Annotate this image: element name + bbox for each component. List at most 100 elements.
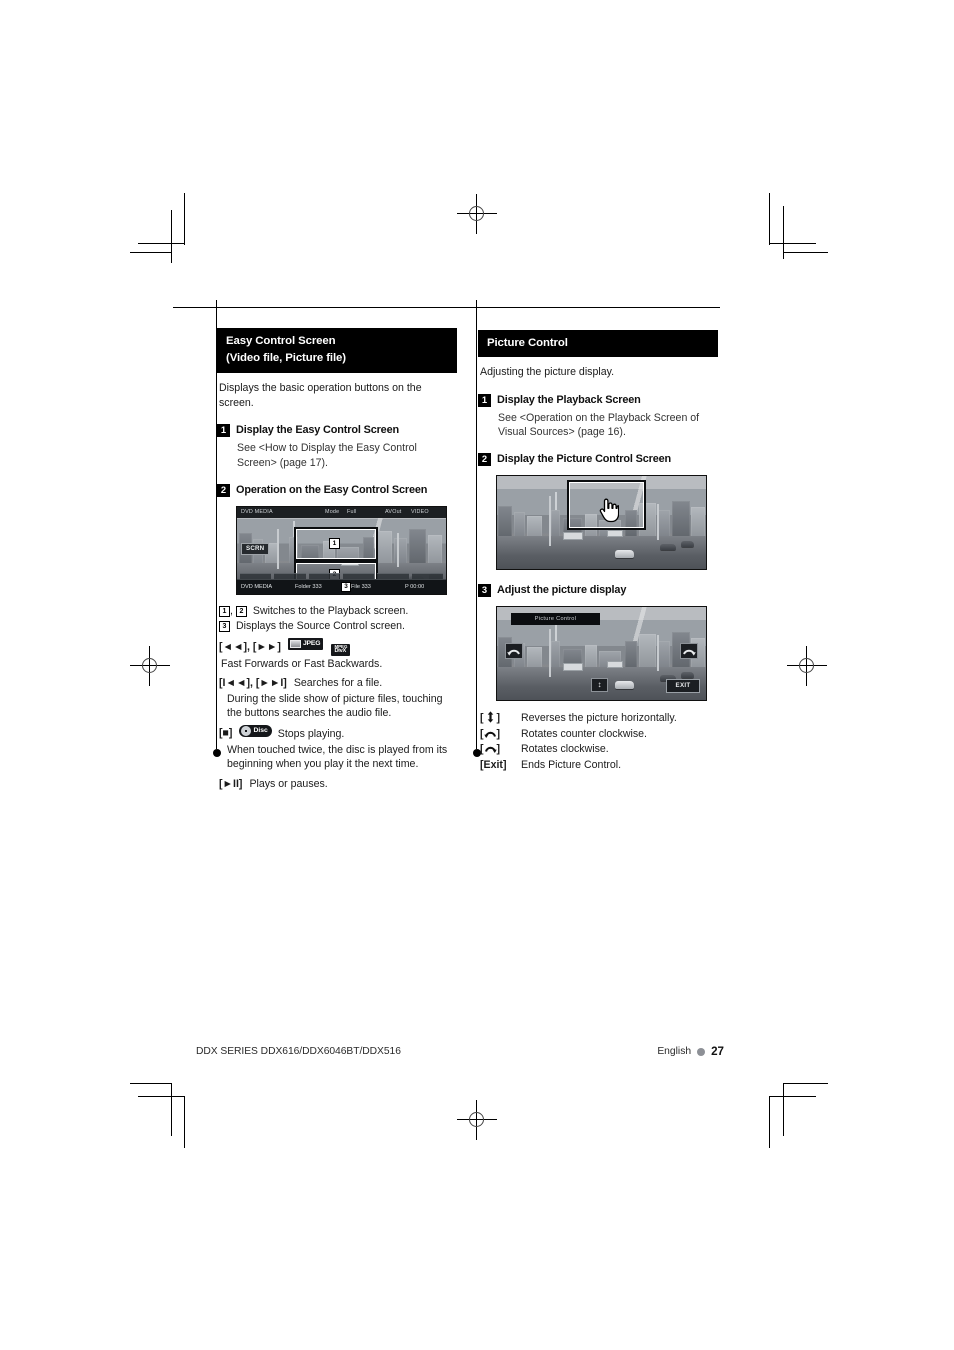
step-1-easy-control: 1 Display the Easy Control Screen: [217, 423, 457, 438]
key-label-exit: [Exit]: [480, 758, 507, 771]
step-body-1: See <How to Display the Easy Control Scr…: [237, 442, 417, 469]
rotate-ccw-button[interactable]: [505, 643, 523, 660]
key-row-callouts-1-2: 1, 2 Switches to the Playback screen.: [219, 604, 455, 618]
key-label-flip: [ ]: [480, 711, 501, 725]
step-title-1: Display the Easy Control Screen: [236, 424, 400, 437]
bottombar-file: File 333: [351, 584, 371, 590]
topbar-mode-value: Full: [347, 509, 357, 515]
key-text-rotate-ccw: Rotates counter clockwise.: [521, 727, 648, 740]
key-label-callouts-1-2: 1, 2: [219, 604, 247, 618]
center-column-rule: [472, 300, 481, 757]
step-3-picture-control: 3 Adjust the picture display: [478, 583, 718, 598]
key-row-exit: [Exit] Ends Picture Control.: [480, 758, 716, 772]
disc-badge-icon: Disc: [239, 725, 272, 738]
pc-step-body-1: See <Operation on the Playback Screen of…: [498, 411, 700, 438]
footer-language: English: [657, 1046, 692, 1057]
pc-step-title-3: Adjust the picture display: [497, 584, 627, 597]
footer-model-list: DDX SERIES DDX616/DDX6046BT/DDX516: [196, 1046, 401, 1057]
key-label-play-pause: [►II]: [219, 777, 243, 790]
key-text-flip: Reverses the picture horizontally.: [521, 712, 677, 725]
picture-control-intro: Adjusting the picture display.: [480, 366, 615, 378]
key-text-play-pause: Plays or pauses.: [249, 777, 328, 790]
bottombar-source: DVD MEDIA: [241, 584, 273, 590]
key-text-callouts-1-2: Switches to the Playback screen.: [252, 605, 409, 617]
topbar-mode-label: Mode: [325, 509, 340, 515]
key-sub-search: During the slide show of picture files, …: [227, 692, 443, 720]
step-1-picture-control: 1 Display the Playback Screen: [478, 393, 718, 407]
hand-cursor-icon: [598, 498, 619, 523]
key-row-play-pause: [►II] Plays or pauses.: [219, 777, 455, 791]
key-text-callout-3: Displays the Source Control screen.: [236, 620, 405, 633]
key-row-rotate-ccw: [ ] Rotates counter clockwise.: [480, 727, 716, 741]
bottombar-folder: Folder 333: [295, 584, 322, 590]
key-text-stop: Stops playing.: [277, 728, 345, 741]
key-row-flip: [ ] Reverses the picture horizontally.: [480, 711, 716, 725]
headunit-bottom-bar: DVD MEDIA Folder 333 3 File 333 P 00:00: [237, 579, 446, 594]
callout-badge-1: 1: [329, 538, 340, 549]
rotate-cw-icon: [683, 650, 696, 657]
pc-step-number-3: 3: [478, 584, 491, 598]
section-heading-line1: Easy Control Screen: [226, 335, 336, 347]
screen-glyph-icon: [289, 639, 301, 648]
rotate-ccw-icon: [507, 650, 520, 657]
key-sub-fast-forward: Fast Forwards or Fast Backwards.: [221, 657, 383, 670]
screen-mode-button[interactable]: SCRN: [241, 543, 270, 555]
key-label-stop: [■]: [219, 727, 233, 740]
inline-badge-3: 3: [219, 621, 230, 633]
registration-mark-bottom: [457, 1100, 497, 1140]
footer-page-number: 27: [711, 1045, 724, 1058]
mpeg-divx-badge-icon: MPEGMPEG/DivXDivX: [331, 643, 351, 656]
picture-control-title-bar: Picture Control: [511, 613, 600, 626]
step-2-easy-control: 2 Operation on the Easy Control Screen: [217, 483, 457, 497]
inline-badge-2: 2: [235, 606, 247, 617]
key-row-callout-3: 3 Displays the Source Control screen.: [219, 619, 455, 633]
page-top-rule: [173, 307, 720, 308]
key-row-stop: [■] Disc Stops playing.: [219, 725, 455, 741]
registration-mark-right: [787, 646, 827, 686]
jpeg-badge-icon: JPEG: [287, 637, 324, 650]
callout-region-1[interactable]: 1: [294, 527, 378, 561]
step-title-2: Operation on the Easy Control Screen: [236, 484, 428, 496]
registration-mark-left: [130, 646, 170, 686]
footer-dot-icon: [697, 1047, 706, 1056]
picture-control-screenshot: Picture Control ↕ EXIT: [496, 606, 707, 702]
key-sub-stop: When touched twice, the disc is played f…: [227, 743, 448, 771]
page-footer: DDX SERIES DDX616/DDX6046BT/DDX516 Engli…: [196, 1045, 724, 1058]
inline-badge-1: 1: [219, 606, 230, 617]
key-text-search: Searches for a file.: [293, 677, 383, 690]
registration-mark-top: [457, 194, 497, 234]
topbar-avout-value: VIDEO: [411, 509, 429, 515]
easy-control-screenshot: DVD MEDIA Mode Full AVOut VIDEO SCRN 1 2…: [236, 506, 447, 595]
step-2-picture-control: 2 Display the Picture Control Screen: [478, 452, 718, 467]
easy-control-key-list: 1, 2 Switches to the Playback screen. 3 …: [219, 604, 455, 791]
flip-horizontal-button[interactable]: ↕: [591, 678, 608, 693]
key-label-callout-3: 3: [219, 619, 230, 633]
key-row-fast-forward: [◄◄], [►►] JPEG MPEGMPEG/DivXDivX: [219, 637, 455, 656]
headunit-top-bar: DVD MEDIA Mode Full AVOut VIDEO: [237, 507, 446, 518]
key-label-rotate-cw: [ ]: [480, 743, 501, 756]
topbar-source-label: DVD MEDIA: [241, 509, 273, 515]
callout-badge-3: 3: [341, 582, 351, 592]
key-text-exit: Ends Picture Control.: [521, 758, 622, 771]
playback-screenshot: [496, 475, 707, 571]
disc-glyph-icon: [241, 726, 252, 737]
key-label-rotate-ccw: [ ]: [480, 727, 501, 740]
rotate-ccw-arrow-icon: [483, 727, 497, 739]
left-column: Easy Control Screen (Video file, Picture…: [217, 328, 457, 792]
pc-step-title-1: Display the Playback Screen: [497, 393, 641, 406]
footer-right: English 27: [657, 1045, 724, 1058]
section-heading-easy-control: Easy Control Screen (Video file, Picture…: [217, 328, 457, 373]
section-heading-picture-control: Picture Control: [478, 330, 718, 357]
step-number-1: 1: [217, 424, 230, 438]
key-label-search: [I◄◄], [►►I]: [219, 677, 287, 690]
pc-step-number-2: 2: [478, 453, 491, 467]
pc-step-title-2: Display the Picture Control Screen: [497, 453, 672, 466]
easy-control-intro: Displays the basic operation buttons on …: [219, 382, 422, 409]
rotate-cw-button[interactable]: [680, 643, 698, 660]
step-number-2: 2: [217, 484, 230, 497]
flip-vertical-arrow-icon: [484, 711, 497, 724]
bottombar-time: P 00:00: [405, 584, 425, 590]
picture-control-key-list: [ ] Reverses the picture horizontally. […: [480, 711, 716, 772]
exit-button[interactable]: EXIT: [666, 679, 700, 694]
right-column: Picture Control Adjusting the picture di…: [478, 330, 718, 773]
